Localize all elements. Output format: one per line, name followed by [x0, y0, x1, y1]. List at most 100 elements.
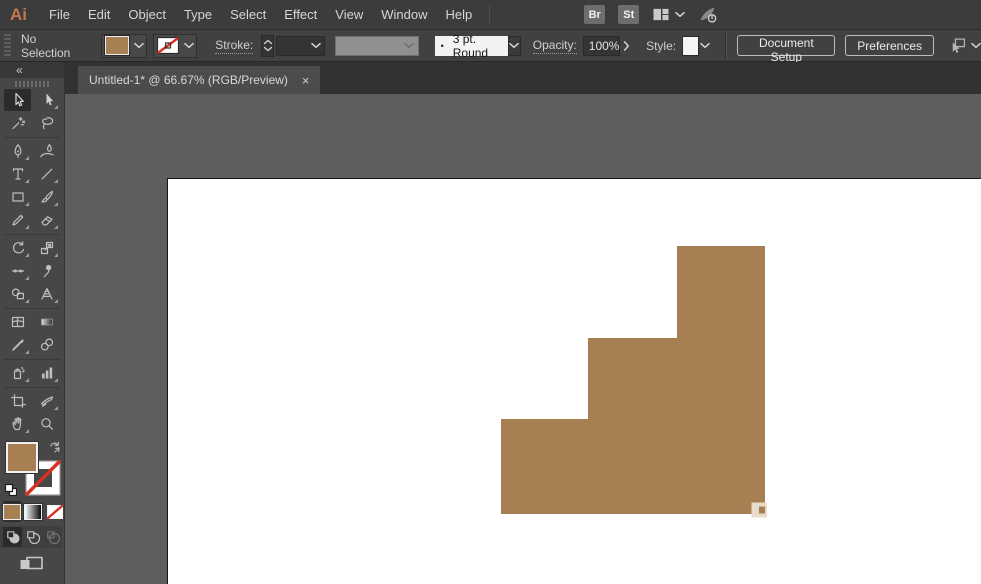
bridge-button[interactable]: Br [584, 5, 606, 24]
blend-icon [39, 337, 55, 353]
none-button[interactable] [46, 501, 64, 522]
style-swatch[interactable] [682, 35, 699, 56]
tool-group-divider [4, 359, 60, 360]
opacity-label[interactable]: Opacity: [532, 38, 577, 54]
tools-panel-grip[interactable] [0, 78, 64, 89]
direct-selection-tool[interactable] [33, 89, 60, 111]
rotate-icon [10, 240, 26, 256]
perspective-grid-tool[interactable] [33, 283, 60, 305]
draw-normal-button[interactable] [3, 527, 22, 547]
menu-help[interactable]: Help [436, 7, 481, 22]
zoom-tool[interactable] [33, 413, 60, 435]
collapse-panel-icon[interactable]: « [16, 63, 23, 77]
gpu-performance-icon[interactable] [698, 6, 717, 23]
mesh-tool[interactable] [4, 311, 31, 333]
artwork-layer[interactable] [65, 94, 981, 584]
menu-window[interactable]: Window [372, 7, 436, 22]
chevron-down-icon[interactable] [507, 35, 521, 56]
stroke-color-control[interactable] [153, 33, 198, 58]
illustrator-window: Ai File Edit Object Type Select Effect View Win… [0, 0, 981, 584]
menu-type[interactable]: Type [175, 7, 221, 22]
swap-fill-stroke-icon[interactable] [48, 439, 62, 453]
pen-tool[interactable] [4, 140, 31, 162]
preferences-button[interactable]: Preferences [845, 35, 934, 56]
stroke-weight-stepper[interactable] [261, 34, 275, 57]
brush-definition-control[interactable]: • 3 pt. Round [434, 32, 521, 60]
magic-wand-tool[interactable] [4, 112, 31, 134]
menu-file[interactable]: File [40, 7, 79, 22]
curvature-tool[interactable] [33, 140, 60, 162]
chevron-down-icon [675, 11, 686, 18]
touch-workspace-control[interactable] [948, 37, 981, 54]
artboard-tool[interactable] [4, 390, 31, 412]
artboard-icon [10, 393, 26, 409]
brush-definition-value[interactable]: • 3 pt. Round [434, 32, 508, 60]
width-tool[interactable] [4, 260, 31, 282]
line-segment-tool[interactable] [33, 163, 60, 185]
stroke-label[interactable]: Stroke: [215, 38, 254, 54]
rotate-tool[interactable] [4, 237, 31, 259]
type-tool[interactable] [4, 163, 31, 185]
controlbar-divider [724, 32, 726, 59]
toolbar-fill-swatch[interactable] [6, 442, 38, 473]
menu-quick-buttons: Br St [584, 5, 717, 24]
opacity-field[interactable]: 100% [582, 35, 621, 56]
shaper-tool[interactable] [4, 209, 31, 231]
variable-width-profile-dropdown [334, 35, 419, 56]
tools-panel-header: « [0, 62, 64, 78]
close-tab-icon[interactable]: × [302, 73, 310, 88]
puppet-warp-tool[interactable] [33, 260, 60, 282]
shaper-icon [10, 212, 26, 228]
document-setup-button[interactable]: Document Setup [737, 35, 836, 64]
screen-mode-button[interactable] [0, 556, 64, 570]
menu-effect[interactable]: Effect [275, 7, 326, 22]
hand-tool[interactable] [4, 413, 31, 435]
tool-group-divider [4, 308, 60, 309]
menu-view[interactable]: View [326, 7, 372, 22]
eyedropper-tool[interactable] [4, 334, 31, 356]
scale-tool[interactable] [33, 237, 60, 259]
default-colors-icon[interactable] [4, 483, 17, 496]
panel-grip[interactable] [4, 33, 11, 58]
tool-group-divider [4, 387, 60, 388]
chevron-down-icon[interactable] [699, 36, 711, 56]
tools-grid [0, 89, 64, 436]
workspace-switcher[interactable] [652, 7, 686, 22]
menu-edit[interactable]: Edit [79, 7, 119, 22]
gradient-tool[interactable] [33, 311, 60, 333]
brush-definition-text: 3 pt. Round [452, 31, 489, 60]
paintbrush-tool[interactable] [33, 186, 60, 208]
color-button[interactable] [3, 501, 22, 522]
rectangle-tool[interactable] [4, 186, 31, 208]
corner-notch-dot[interactable] [759, 506, 765, 514]
opacity-flyout-icon[interactable] [620, 36, 632, 56]
lasso-tool[interactable] [33, 112, 60, 134]
gradient-button[interactable] [24, 501, 43, 522]
document-tab[interactable]: Untitled-1* @ 66.67% (RGB/Preview) × [78, 66, 320, 94]
canvas-pasteboard[interactable] [65, 94, 981, 584]
column-graph-tool[interactable] [33, 362, 60, 384]
symbol-sprayer-tool[interactable] [4, 362, 31, 384]
menu-bar: Ai File Edit Object Type Select Effect View Win… [0, 0, 981, 30]
tool-group-divider [4, 137, 60, 138]
chevron-down-icon[interactable] [132, 36, 146, 56]
menu-select[interactable]: Select [221, 7, 275, 22]
slice-tool[interactable] [33, 390, 60, 412]
fill-color-control[interactable] [101, 33, 148, 58]
fill-swatch[interactable] [104, 35, 131, 56]
stroke-none-swatch[interactable] [157, 37, 180, 54]
zoom-icon [39, 416, 55, 432]
stroke-weight-dropdown[interactable] [276, 35, 325, 56]
chevron-down-icon[interactable] [182, 36, 196, 56]
pen-icon [10, 143, 26, 159]
selection-tool[interactable] [4, 89, 31, 111]
eraser-tool[interactable] [33, 209, 60, 231]
staircase-shape[interactable] [501, 246, 765, 514]
menu-object[interactable]: Object [119, 7, 175, 22]
draw-behind-button[interactable] [23, 527, 42, 547]
blend-tool[interactable] [33, 334, 60, 356]
shape-builder-tool[interactable] [4, 283, 31, 305]
stock-button[interactable]: St [618, 5, 640, 24]
selection-icon [10, 92, 26, 108]
paintbrush-icon [39, 189, 55, 205]
